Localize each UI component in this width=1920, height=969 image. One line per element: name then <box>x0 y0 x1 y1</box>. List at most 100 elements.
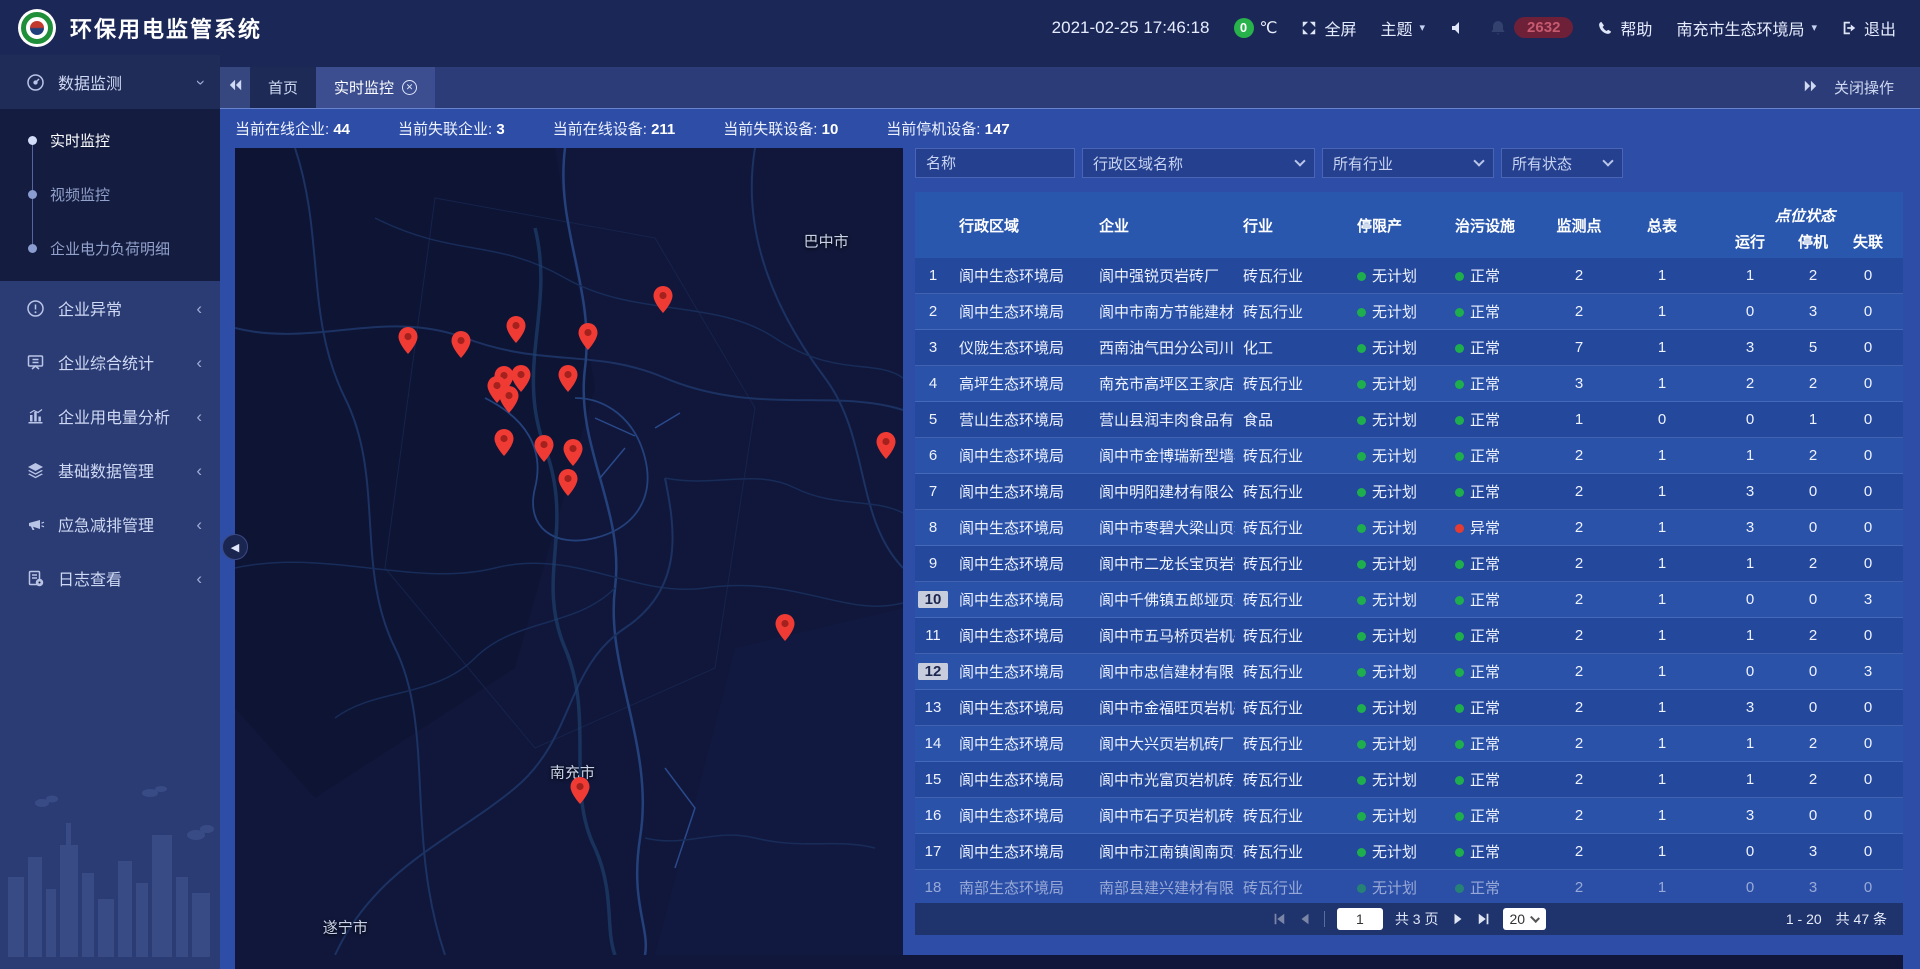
fullscreen-button[interactable]: 全屏 <box>1301 16 1356 40</box>
table-row[interactable]: 15阆中生态环境局阆中市光富页岩机砖厂砖瓦行业无计划正常21120 <box>915 762 1903 798</box>
sidebar-item-0[interactable]: 数据监测‹ <box>0 55 220 109</box>
cell-index: 10 <box>915 591 951 608</box>
status-dot-icon <box>1357 344 1366 353</box>
table-row[interactable]: 4高坪生态环境局南充市高坪区王家店建砖瓦行业无计划正常31220 <box>915 366 1903 402</box>
cell-industry: 砖瓦行业 <box>1235 445 1349 466</box>
table-row[interactable]: 5营山生态环境局营山县润丰肉食品有限食品无计划正常10010 <box>915 402 1903 438</box>
cell-company: 阆中市忠信建材有限公 <box>1091 661 1235 682</box>
status-filter-select[interactable]: 所有状态 <box>1501 148 1623 178</box>
table-row[interactable]: 9阆中生态环境局阆中市二龙长宝页岩砖砖瓦行业无计划正常21120 <box>915 546 1903 582</box>
table-row[interactable]: 16阆中生态环境局阆中市石子页岩机砖厂砖瓦行业无计划正常21300 <box>915 798 1903 834</box>
sidebar-item-2[interactable]: 企业综合统计‹ <box>0 335 220 389</box>
name-filter-input[interactable] <box>926 155 1064 172</box>
map-collapse-handle[interactable]: ◀ <box>222 534 248 560</box>
map-pin-icon[interactable] <box>534 435 553 467</box>
status-counter-label: 当前失联设备: <box>723 121 821 138</box>
sidebar-item-1[interactable]: 企业异常‹ <box>0 281 220 335</box>
col-header-run: 运行 <box>1711 228 1789 258</box>
table-row[interactable]: 6阆中生态环境局阆中市金博瑞新型墙材砖瓦行业无计划正常21120 <box>915 438 1903 474</box>
map-pin-icon[interactable] <box>776 614 795 646</box>
map-pin-icon[interactable] <box>452 331 471 363</box>
sidebar-item-4[interactable]: 基础数据管理‹ <box>0 443 220 497</box>
bullet-dot-icon <box>28 136 37 145</box>
logout-button[interactable]: 退出 <box>1841 16 1896 40</box>
table-row[interactable]: 14阆中生态环境局阆中大兴页岩机砖厂砖瓦行业无计划正常21120 <box>915 726 1903 762</box>
cell-offline: 0 <box>1837 267 1899 284</box>
table-row[interactable]: 7阆中生态环境局阆中明阳建材有限公司砖瓦行业无计划正常21300 <box>915 474 1903 510</box>
cell-production-limit: 无计划 <box>1349 805 1447 826</box>
temperature-unit: ℃ <box>1260 18 1278 38</box>
region-filter-select[interactable]: 行政区域名称 <box>1082 148 1315 178</box>
cell-stop: 0 <box>1789 483 1837 500</box>
cell-monitor-points: 2 <box>1545 447 1613 464</box>
cell-total-meter: 1 <box>1613 771 1711 788</box>
last-page-button[interactable] <box>1477 912 1491 926</box>
total-pages-label: 共 3 页 <box>1395 909 1439 929</box>
sidebar-subitem-2[interactable]: 企业电力负荷明细 <box>0 221 220 275</box>
status-dot-icon <box>1455 380 1464 389</box>
map-pin-icon[interactable] <box>494 429 513 461</box>
sidebar-subitem-1[interactable]: 视频监控 <box>0 167 220 221</box>
cell-treatment-facility: 正常 <box>1447 661 1545 682</box>
industry-filter-select[interactable]: 所有行业 <box>1322 148 1494 178</box>
map-pin-icon[interactable] <box>559 365 578 397</box>
cell-production-limit: 无计划 <box>1349 373 1447 394</box>
sidebar-item-3[interactable]: 企业用电量分析‹ <box>0 389 220 443</box>
map-pin-icon[interactable] <box>559 469 578 501</box>
map-pin-icon[interactable] <box>653 286 672 318</box>
table-row[interactable]: 13阆中生态环境局阆中市金福旺页岩机砖砖瓦行业无计划正常21300 <box>915 690 1903 726</box>
cell-region: 阆中生态环境局 <box>951 841 1091 862</box>
table-row[interactable]: 10阆中生态环境局阆中千佛镇五郎垭页岩砖瓦行业无计划正常21003 <box>915 582 1903 618</box>
cell-index: 15 <box>915 771 951 788</box>
table-row[interactable]: 12阆中生态环境局阆中市忠信建材有限公砖瓦行业无计划正常21003 <box>915 654 1903 690</box>
chevron-down-icon <box>1602 155 1613 166</box>
cell-offline: 0 <box>1837 411 1899 428</box>
temperature-value: 0 <box>1234 18 1254 38</box>
sidebar-item-5[interactable]: 应急减排管理‹ <box>0 497 220 551</box>
map-panel[interactable]: 巴中市南充市遂宁市 ◀ <box>235 148 903 955</box>
theme-menu-button[interactable]: 主题▾ <box>1381 16 1426 40</box>
close-tab-icon[interactable]: ✕ <box>402 80 417 95</box>
cell-run: 2 <box>1711 375 1789 392</box>
status-dot-icon <box>1455 524 1464 533</box>
map-pin-icon[interactable] <box>876 432 895 464</box>
cell-production-limit: 无计划 <box>1349 589 1447 610</box>
sidebar-subitem-0[interactable]: 实时监控 <box>0 113 220 167</box>
close-operations-button[interactable]: 关闭操作 <box>1834 77 1894 98</box>
tab-realtime-monitor[interactable]: 实时监控 ✕ <box>316 67 435 108</box>
tabs-scroll-left-button[interactable] <box>220 67 250 108</box>
page-size-select[interactable]: 20 <box>1503 908 1547 930</box>
table-row[interactable]: 1阆中生态环境局阆中强锐页岩砖厂砖瓦行业无计划正常21120 <box>915 258 1903 294</box>
map-pin-icon[interactable] <box>578 323 597 355</box>
map-pin-icon[interactable] <box>399 327 418 359</box>
table-row[interactable]: 17阆中生态环境局阆中市江南镇阆南页岩砖瓦行业无计划正常21030 <box>915 834 1903 870</box>
help-button[interactable]: 帮助 <box>1597 16 1652 40</box>
table-row[interactable]: 3仪陇生态环境局西南油气田分公司川中化工无计划正常71350 <box>915 330 1903 366</box>
bar-chart-icon <box>26 407 45 426</box>
map-pin-icon[interactable] <box>499 386 518 418</box>
cell-industry: 砖瓦行业 <box>1235 805 1349 826</box>
cell-index: 12 <box>915 663 951 680</box>
prev-page-button[interactable] <box>1298 912 1312 926</box>
map-pin-icon[interactable] <box>564 439 583 471</box>
table-row[interactable]: 11阆中生态环境局阆中市五马桥页岩机砖砖瓦行业无计划正常21120 <box>915 618 1903 654</box>
sound-toggle-button[interactable] <box>1449 20 1465 36</box>
cell-production-limit: 无计划 <box>1349 409 1447 430</box>
tab-home[interactable]: 首页 <box>250 67 316 108</box>
organization-menu-button[interactable]: 南充市生态环境局▾ <box>1676 16 1817 40</box>
first-page-button[interactable] <box>1272 912 1286 926</box>
table-row[interactable]: 2阆中生态环境局阆中市南方节能建材有砖瓦行业无计划正常21030 <box>915 294 1903 330</box>
table-row[interactable]: 18南部生态环境局南部县建兴建材有限公砖瓦行业无计划正常21030 <box>915 870 1903 903</box>
cell-index: 3 <box>915 339 951 356</box>
sidebar-item-6[interactable]: 日志查看‹ <box>0 551 220 605</box>
map-pin-icon[interactable] <box>506 316 525 348</box>
cell-monitor-points: 2 <box>1545 879 1613 896</box>
name-filter-field[interactable] <box>915 148 1075 178</box>
table-row[interactable]: 8阆中生态环境局阆中市枣碧大梁山页岩砖瓦行业无计划异常21300 <box>915 510 1903 546</box>
map-pin-icon[interactable] <box>570 777 589 809</box>
notifications-button[interactable]: 2632 <box>1489 17 1573 38</box>
sidebar-nav: 数据监测‹实时监控视频监控企业电力负荷明细企业异常‹企业综合统计‹企业用电量分析… <box>0 55 220 969</box>
page-number-input[interactable] <box>1337 908 1383 930</box>
tabs-scroll-right-button[interactable] <box>1803 79 1818 97</box>
next-page-button[interactable] <box>1451 912 1465 926</box>
